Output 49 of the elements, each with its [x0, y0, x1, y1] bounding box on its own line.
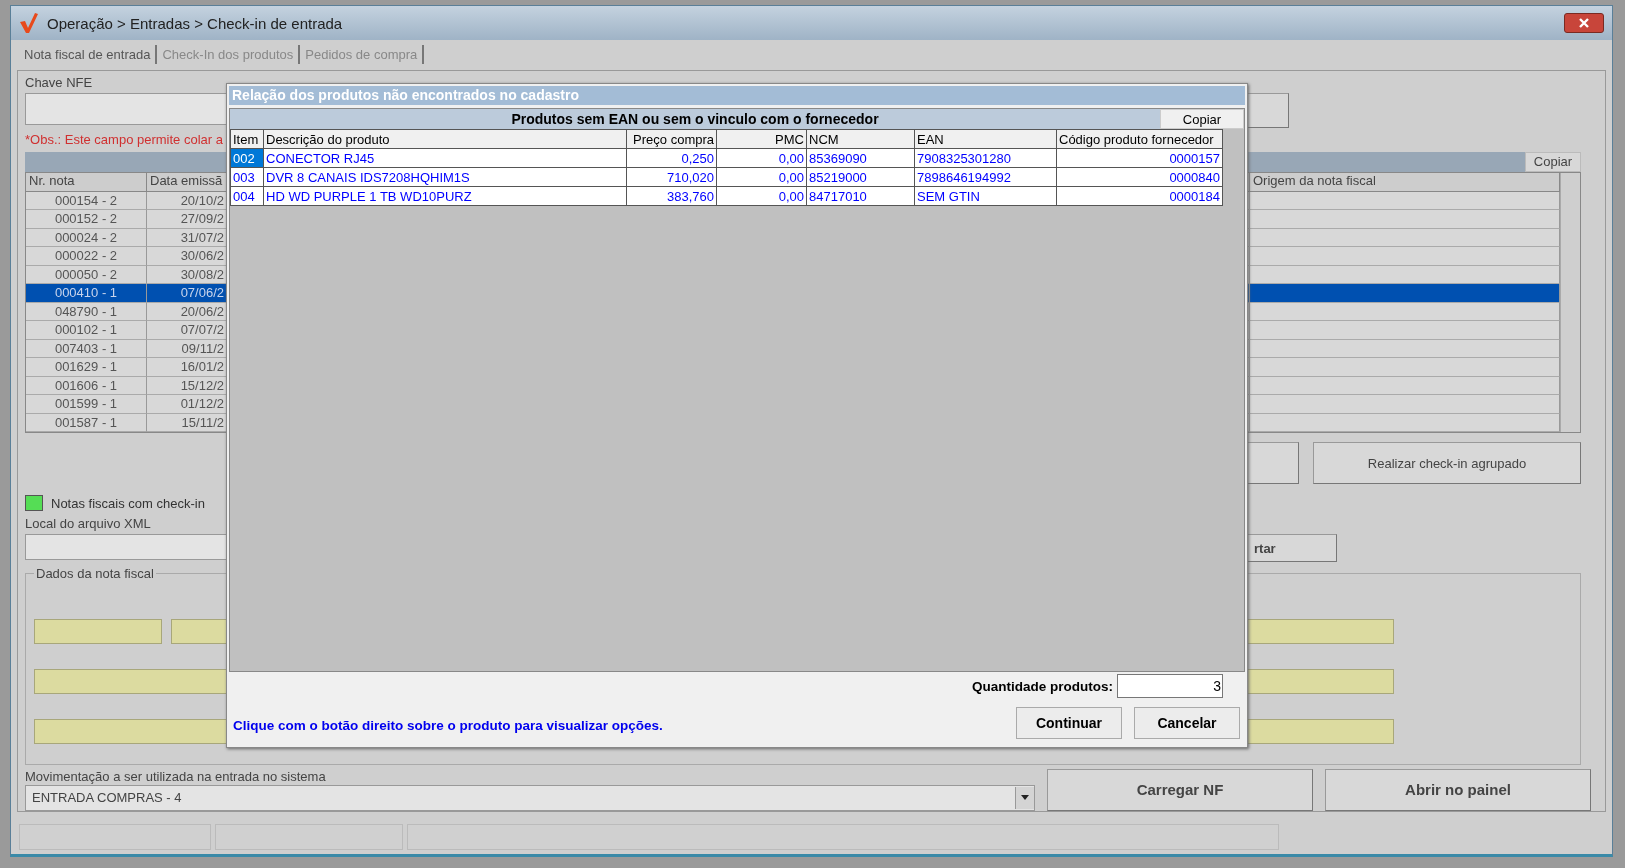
column-header: Data emissã [147, 172, 227, 192]
table-cell: 001587 - 1 [26, 413, 147, 433]
column-header: Preço compra [626, 129, 717, 149]
window-title: Operação > Entradas > Check-in de entrada [47, 14, 343, 32]
close-icon [1578, 17, 1590, 29]
table-cell: 001599 - 1 [26, 395, 147, 414]
note-text: *Obs.: Este campo permite colar a [25, 131, 223, 148]
field-label: Movimentação a ser utilizada na entrada no sistema [25, 769, 327, 785]
scrollbar[interactable] [1560, 172, 1580, 433]
table-cell: 048790 - 1 [26, 302, 147, 322]
copy-button[interactable]: Copiar [1525, 151, 1581, 172]
column-header: Código produto fornecedor [1056, 129, 1223, 149]
table-cell: 000410 - 1 [26, 284, 147, 303]
dialog-button[interactable]: Cancelar [1134, 707, 1240, 739]
table-cell: 001606 - 1 [26, 376, 147, 396]
field-label: Chave NFE [25, 75, 93, 91]
table-cell: 000152 - 2 [26, 210, 147, 229]
table-cell: 001629 - 1 [26, 358, 147, 377]
table-cell: 000154 - 2 [26, 191, 147, 211]
table-cell: 007403 - 1 [26, 339, 147, 359]
copy-button[interactable]: Copiar [1160, 109, 1244, 129]
field-label: Local do arquivo XML [25, 516, 151, 533]
table-cell: 000024 - 2 [26, 228, 147, 248]
action-button[interactable]: Abrir no painel [1325, 769, 1591, 811]
check-mark-icon [19, 12, 39, 34]
dialog-button[interactable]: Continuar [1016, 707, 1122, 739]
column-header: PMC [716, 129, 807, 149]
column-header: Descrição do produto [263, 129, 627, 149]
table-cell: 000022 - 2 [26, 247, 147, 266]
dropdown-arrow-icon [1021, 795, 1029, 801]
legend-label: Notas fiscais com check-in [51, 495, 205, 511]
column-header: Item [230, 129, 264, 149]
column-header: EAN [914, 129, 1057, 149]
column-header: Origem da nota fiscal [1250, 172, 1560, 192]
group-title: Dados da nota fiscal [35, 566, 155, 582]
movement-dropdown[interactable]: ENTRADA COMPRAS - 4 [25, 785, 1035, 811]
grid-title: Produtos sem EAN ou sem o vinculo com o fornecedor [230, 109, 1160, 129]
hint-text: Clique com o botão direito sobre o produto para visualizar opções. [233, 718, 663, 733]
column-header: Nr. nota [26, 172, 147, 192]
tab[interactable]: Nota fiscal de entrada [19, 44, 158, 64]
grouped-checkin-button[interactable]: Realizar check-in agrupado [1313, 442, 1581, 485]
field-label: Quantidade produtos: [972, 678, 1113, 694]
table-cell: 000102 - 1 [26, 321, 147, 340]
column-header: NCM [806, 129, 915, 149]
quantity-field[interactable]: 3 [1117, 674, 1223, 698]
close-button[interactable] [1564, 13, 1604, 33]
dialog-title: Relação dos produtos não encontrados no cadastro [229, 86, 1245, 105]
table-cell: 07/06/2 [147, 284, 227, 303]
action-button[interactable]: Carregar NF [1047, 769, 1313, 811]
